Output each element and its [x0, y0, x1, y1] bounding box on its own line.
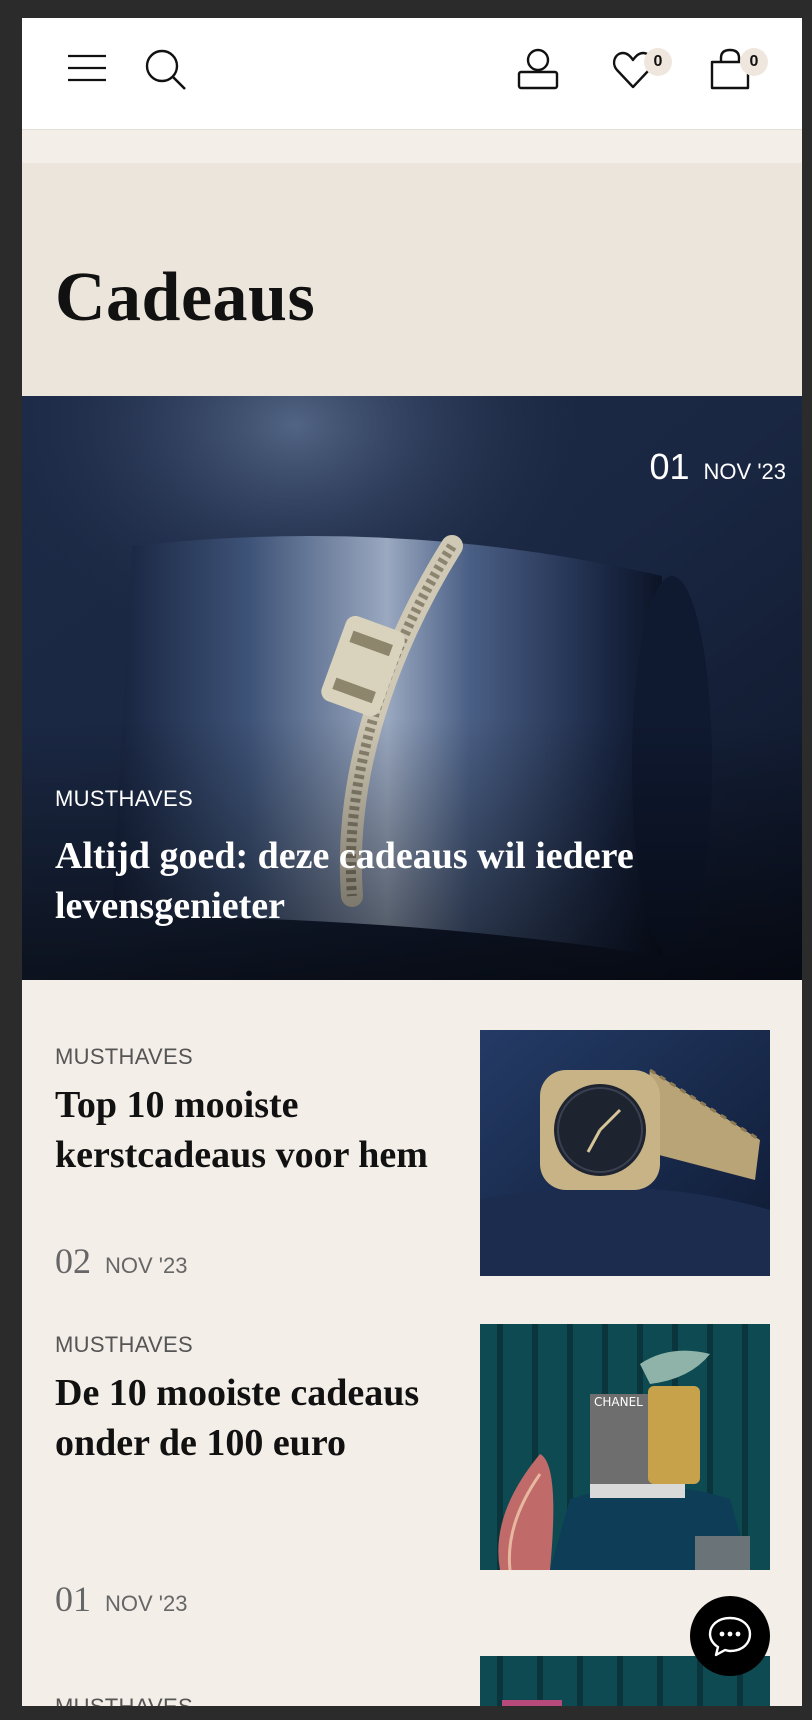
- page: 0 0 Cadeaus 01 NOV '23 MUSTHAVES Altijd …: [22, 18, 802, 1706]
- article-thumbnail-watch[interactable]: [480, 1030, 770, 1276]
- search-icon[interactable]: [144, 48, 188, 92]
- page-title-banner: Cadeaus: [22, 163, 802, 396]
- article-date-day: 02: [55, 1241, 91, 1281]
- user-icon[interactable]: [516, 48, 560, 92]
- featured-date: 01 NOV '23: [649, 446, 786, 488]
- cart-count-badge: 0: [740, 48, 768, 76]
- article-thumbnail-gifts[interactable]: CHANEL: [480, 1324, 770, 1570]
- article-date-month: NOV '23: [105, 1253, 188, 1278]
- article-category[interactable]: MUSTHAVES: [55, 1694, 193, 1706]
- chat-button[interactable]: [690, 1596, 770, 1676]
- hamburger-menu-icon[interactable]: [66, 52, 108, 84]
- article-title[interactable]: Top 10 mooiste kerstcadeaus voor hem: [55, 1080, 455, 1180]
- article-category[interactable]: MUSTHAVES: [55, 1332, 193, 1358]
- featured-title[interactable]: Altijd goed: deze cadeaus wil iedere lev…: [55, 831, 755, 931]
- article-date: 02 NOV '23: [55, 1240, 187, 1282]
- featured-article[interactable]: 01 NOV '23 MUSTHAVES Altijd goed: deze ca…: [22, 396, 802, 980]
- wishlist-count-badge: 0: [644, 48, 672, 76]
- featured-date-month: NOV '23: [703, 459, 786, 484]
- featured-category[interactable]: MUSTHAVES: [55, 786, 193, 812]
- featured-date-day: 01: [649, 446, 690, 487]
- chat-bubble-icon: [708, 1616, 752, 1657]
- gift-book-cover-text: CHANEL: [594, 1395, 643, 1409]
- article-date-month: NOV '23: [105, 1591, 188, 1616]
- article-category[interactable]: MUSTHAVES: [55, 1044, 193, 1070]
- page-title: Cadeaus: [55, 259, 316, 336]
- article-date: 01 NOV '23: [55, 1578, 187, 1620]
- article-title[interactable]: De 10 mooiste cadeaus onder de 100 euro: [55, 1368, 455, 1468]
- article-date-day: 01: [55, 1579, 91, 1619]
- top-navigation-bar: 0 0: [22, 18, 802, 130]
